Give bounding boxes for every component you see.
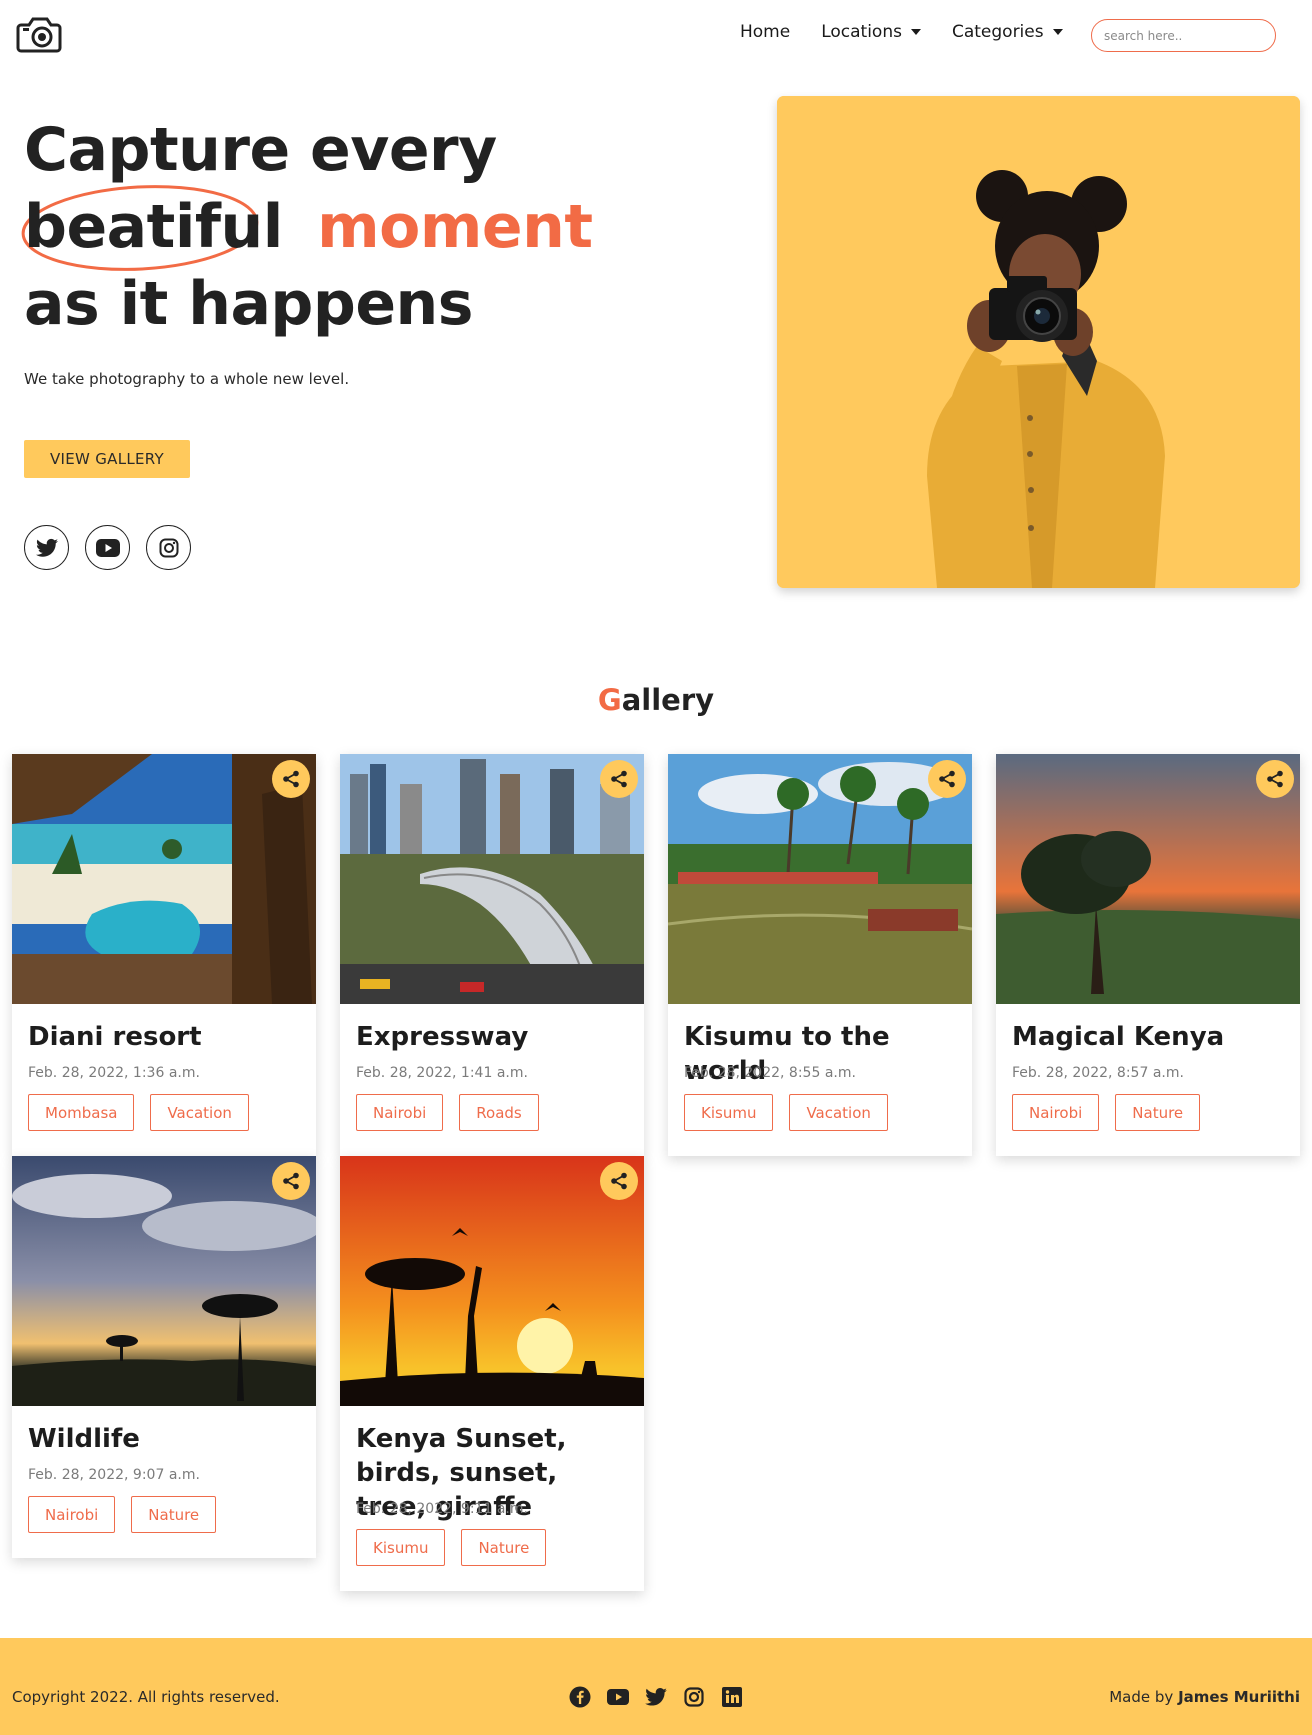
hero-title: Capture every beatiful moment as it happ… [21,112,593,343]
card-tags: Nairobi Nature [28,1496,232,1533]
instagram-icon[interactable] [682,1685,706,1709]
share-button[interactable] [272,1162,310,1200]
share-icon [611,1172,627,1190]
card-image [12,1156,316,1406]
share-icon [283,1172,299,1190]
card-tags: Mombasa Vacation [28,1094,265,1131]
gallery-card[interactable]: Wildlife Feb. 28, 2022, 9:07 a.m. Nairob… [12,1156,316,1558]
tag-category[interactable]: Nature [1115,1094,1201,1131]
tag-location[interactable]: Kisumu [684,1094,774,1131]
tag-location[interactable]: Nairobi [28,1496,116,1533]
youtube-icon[interactable] [85,525,130,570]
tag-location[interactable]: Nairobi [356,1094,444,1131]
card-date: Feb. 28, 2022, 1:36 a.m. [28,1065,200,1081]
card-tags: Nairobi Roads [356,1094,555,1131]
made-by-prefix: Made by [1109,1688,1174,1706]
hero-photographer-image [777,96,1300,588]
share-button[interactable] [600,760,638,798]
search-input[interactable] [1091,19,1276,52]
facebook-icon[interactable] [568,1685,592,1709]
card-image [668,754,972,1004]
tag-category[interactable]: Vacation [789,1094,888,1131]
gallery-title-rest: allery [621,683,715,717]
tag-location[interactable]: Mombasa [28,1094,135,1131]
share-button[interactable] [272,760,310,798]
card-title: Wildlife [28,1424,140,1454]
card-tags: Kisumu Nature [356,1529,562,1566]
card-title: Diani resort [28,1022,202,1052]
hero-socials [24,525,207,570]
nav-categories-label: Categories [951,22,1044,42]
footer-credit: Made by James Muriithi [1109,1688,1300,1706]
circled-word: beatiful [21,185,283,271]
hero-subtitle: We take photography to a whole new level… [24,370,350,388]
gallery-title-initial: G [597,683,622,717]
share-icon [283,770,299,788]
nav-locations-label: Locations [821,22,902,42]
card-date: Feb. 28, 2022, 9:11 a.m. [356,1501,528,1517]
footer-socials [568,1685,758,1709]
gallery-card[interactable]: Expressway Feb. 28, 2022, 1:41 a.m. Nair… [340,754,644,1156]
tag-category[interactable]: Vacation [150,1094,249,1131]
tag-category[interactable]: Nature [131,1496,217,1533]
share-button[interactable] [1256,760,1294,798]
camera-icon[interactable] [15,14,63,54]
nav-locations-dropdown[interactable]: Locations [821,22,921,42]
chevron-down-icon [910,29,921,35]
made-by-name: James Muriithi [1178,1688,1300,1706]
twitter-icon[interactable] [24,525,69,570]
card-tags: Kisumu Vacation [684,1094,904,1131]
circled-word-text: beatiful [24,192,283,262]
nav-categories-dropdown[interactable]: Categories [952,22,1063,42]
share-icon [1267,770,1283,788]
navbar: Home Locations Categories [0,0,1312,70]
card-date: Feb. 28, 2022, 1:41 a.m. [356,1065,528,1081]
card-tags: Nairobi Nature [1012,1094,1216,1131]
nav-home-link[interactable]: Home [740,22,790,42]
card-date: Feb. 28, 2022, 8:57 a.m. [1012,1065,1184,1081]
gallery-title: Gallery [0,683,1312,717]
tag-category[interactable]: Roads [459,1094,539,1131]
card-title: Magical Kenya [1012,1022,1225,1052]
share-button[interactable] [600,1162,638,1200]
share-icon [611,770,627,788]
card-image [996,754,1300,1004]
card-image [12,754,316,1004]
card-image [340,1156,644,1406]
gallery-card[interactable]: Kisumu to the world Feb. 28, 2022, 8:55 … [668,754,972,1156]
share-button[interactable] [928,760,966,798]
gallery-card[interactable]: Kenya Sunset, birds, sunset, tree, giraf… [340,1156,644,1591]
gallery-card[interactable]: Diani resort Feb. 28, 2022, 1:36 a.m. Mo… [12,754,316,1156]
footer-copyright: Copyright 2022. All rights reserved. [12,1688,280,1706]
hero-title-line3: as it happens [24,269,473,339]
tag-location[interactable]: Kisumu [356,1529,446,1566]
chevron-down-icon [1052,29,1063,35]
hero-title-line2: beatiful moment [21,185,593,271]
gallery-card[interactable]: Magical Kenya Feb. 28, 2022, 8:57 a.m. N… [996,754,1300,1156]
tag-location[interactable]: Nairobi [1012,1094,1100,1131]
hero-title-line1: Capture every [24,115,497,185]
instagram-icon[interactable] [146,525,191,570]
card-title: Expressway [356,1022,529,1052]
card-date: Feb. 28, 2022, 8:55 a.m. [684,1065,856,1081]
view-gallery-button[interactable]: VIEW GALLERY [24,440,190,478]
footer: Copyright 2022. All rights reserved. Mad… [0,1638,1312,1735]
card-image [340,754,644,1004]
tag-category[interactable]: Nature [461,1529,547,1566]
twitter-icon[interactable] [644,1685,668,1709]
linkedin-icon[interactable] [720,1685,744,1709]
card-date: Feb. 28, 2022, 9:07 a.m. [28,1467,200,1483]
youtube-icon[interactable] [606,1685,630,1709]
accent-word: moment [317,192,593,262]
share-icon [939,770,955,788]
